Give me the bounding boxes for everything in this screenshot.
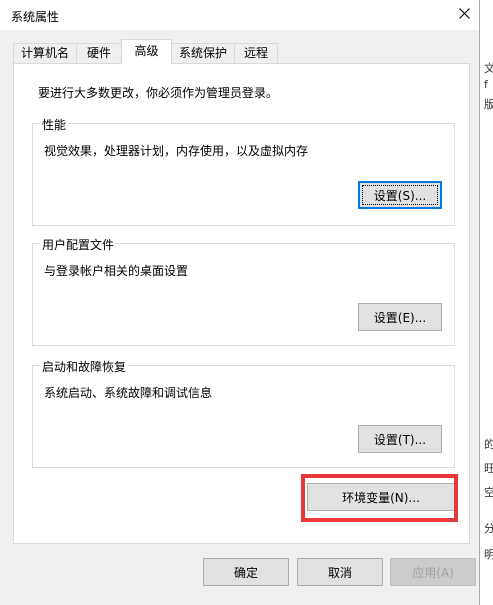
- background-window-text: 文: [484, 62, 493, 75]
- tab-remote[interactable]: 远程: [234, 43, 278, 63]
- performance-settings-button[interactable]: 设置(S)...: [358, 181, 442, 209]
- startup-recovery-group-title: 启动和故障恢复: [40, 358, 129, 375]
- cancel-button[interactable]: 取消: [297, 558, 383, 586]
- performance-group: 性能 视觉效果，处理器计划，内存使用，以及虚拟内存 设置(S)...: [32, 116, 455, 226]
- tab-advanced[interactable]: 高级: [121, 39, 172, 64]
- tab-computer-name[interactable]: 计算机名: [13, 43, 77, 63]
- window-title: 系统属性: [11, 10, 60, 24]
- user-profiles-description: 与登录帐户相关的桌面设置: [44, 264, 189, 278]
- apply-button: 应用(A): [390, 558, 476, 586]
- background-window-text: 旺: [484, 462, 493, 475]
- tab-system-protection[interactable]: 系统保护: [171, 43, 235, 63]
- tab-hardware[interactable]: 硬件: [76, 43, 122, 63]
- close-icon: [458, 8, 470, 22]
- startup-recovery-settings-button[interactable]: 设置(T)...: [358, 425, 442, 453]
- advanced-tab-panel: 要进行大多数更改，你必须作为管理员登录。 性能 视觉效果，处理器计划，内存使用，…: [13, 63, 470, 544]
- system-properties-dialog: 系统属性 计算机名 硬件 高级 系统保护 远程 要进行大多数更改，你必须作为管理…: [0, 0, 480, 605]
- ok-button[interactable]: 确定: [203, 558, 289, 586]
- performance-description: 视觉效果，处理器计划，内存使用，以及虚拟内存: [44, 144, 309, 158]
- user-profiles-group-title: 用户配置文件: [40, 236, 117, 253]
- background-window-text: f: [484, 78, 488, 91]
- startup-recovery-group: 启动和故障恢复 系统启动、系统故障和调试信息 设置(T)...: [32, 358, 455, 468]
- close-button[interactable]: [449, 0, 479, 30]
- startup-recovery-description: 系统启动、系统故障和调试信息: [44, 386, 213, 400]
- background-window-text: 空: [484, 486, 493, 499]
- title-bar[interactable]: 系统属性: [0, 0, 479, 30]
- performance-group-title: 性能: [40, 116, 69, 133]
- user-profiles-settings-button[interactable]: 设置(E)...: [358, 303, 442, 331]
- background-window-text: 的: [484, 438, 493, 451]
- admin-notice: 要进行大多数更改，你必须作为管理员登录。: [38, 86, 279, 100]
- environment-variables-button[interactable]: 环境变量(N)...: [307, 483, 455, 511]
- user-profiles-group: 用户配置文件 与登录帐户相关的桌面设置 设置(E)...: [32, 236, 455, 346]
- background-window-text: 版: [484, 98, 493, 111]
- background-window-text: 明: [484, 548, 493, 561]
- background-window-text: 分: [484, 522, 493, 535]
